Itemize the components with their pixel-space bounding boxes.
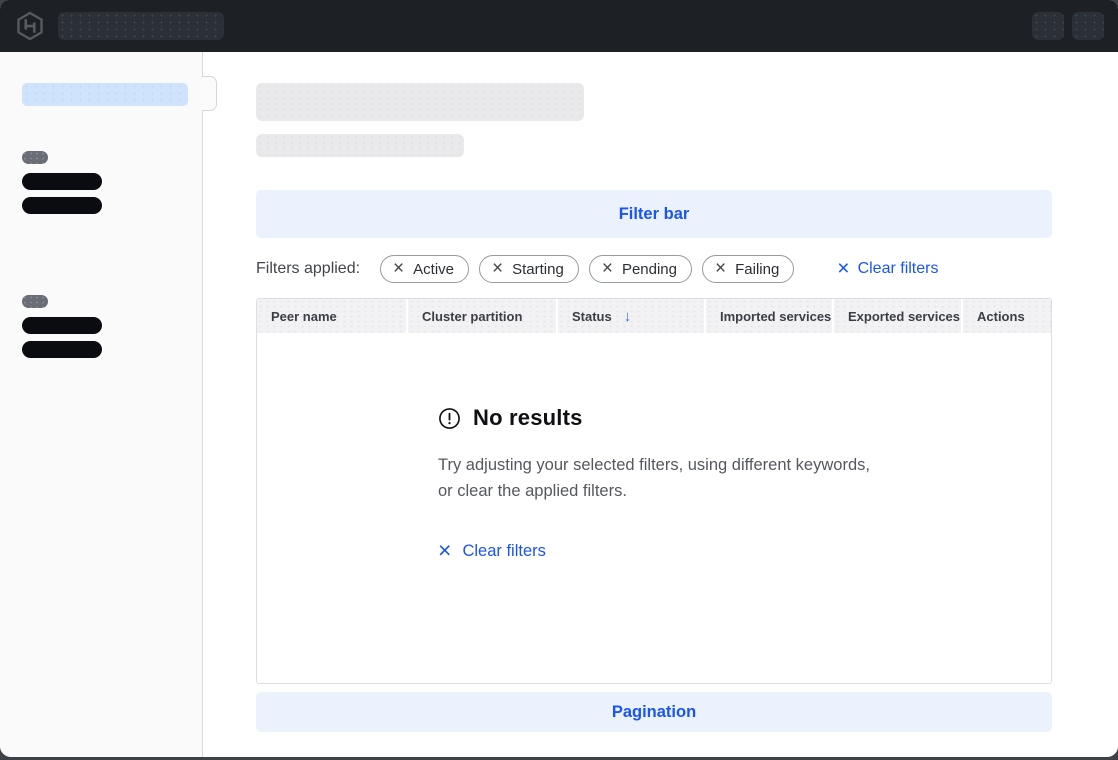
nav-action-skeleton[interactable] [1072,12,1104,40]
sidebar-item-skeleton[interactable] [22,173,102,190]
empty-state-description: Try adjusting your selected filters, usi… [438,452,870,504]
sidebar-section-label-skeleton [22,151,48,164]
filter-pill-label: Starting [512,261,564,278]
page-title-skeleton [256,83,584,121]
sidebar-collapse-handle[interactable] [202,76,217,111]
pagination-label: Pagination [612,703,696,722]
column-header-exported-services[interactable]: Exported services [834,299,963,333]
sidebar-section-label-skeleton [22,295,48,308]
applied-filters-row: Filters applied: × Active × Starting × P… [256,255,1052,283]
alert-circle-icon [438,407,461,430]
empty-state-clear-filters-link[interactable]: × Clear filters [438,540,546,563]
filters-applied-label: Filters applied: [256,260,360,278]
remove-filter-icon[interactable]: × [715,259,726,278]
content-row: Filter bar Filters applied: × Active × S… [0,52,1118,757]
table-header-row: Peer name Cluster partition Status ↓ Imp… [257,299,1051,333]
sidebar-item-skeleton[interactable] [22,317,102,334]
filter-pill-active[interactable]: × Active [380,255,469,283]
empty-state: No results Try adjusting your selected f… [438,333,870,564]
navbar-actions [1032,12,1104,40]
main-content: Filter bar Filters applied: × Active × S… [203,52,1118,757]
column-header-actions: Actions [963,299,1051,333]
hashicorp-logo-icon[interactable] [14,10,46,42]
column-header-imported-services[interactable]: Imported services [706,299,834,333]
table-body: No results Try adjusting your selected f… [257,333,1051,683]
clear-filters-label: Clear filters [858,260,939,278]
filter-pill-starting[interactable]: × Starting [479,255,579,283]
column-header-cluster-partition[interactable]: Cluster partition [408,299,558,333]
sidebar [0,52,203,757]
filter-pill-label: Pending [622,261,677,278]
page-subtitle-skeleton [256,134,464,157]
pagination-placeholder[interactable]: Pagination [256,692,1052,732]
top-navbar [0,0,1118,52]
filter-pill-label: Failing [735,261,779,278]
sidebar-item-skeleton[interactable] [22,341,102,358]
remove-filter-icon[interactable]: × [492,259,503,278]
filter-pill-pending[interactable]: × Pending [589,255,692,283]
clear-filters-x-icon: × [438,539,451,562]
sidebar-nav-group [22,295,187,358]
sidebar-nav-group [22,151,187,214]
clear-filters-x-icon: × [837,258,849,279]
clear-filters-label: Clear filters [462,542,545,561]
nav-search-skeleton[interactable] [58,12,224,40]
sidebar-active-item-skeleton[interactable] [22,83,188,106]
app-window: Filter bar Filters applied: × Active × S… [0,0,1118,757]
sidebar-item-skeleton[interactable] [22,197,102,214]
empty-state-title: No results [473,405,583,431]
filter-bar-placeholder[interactable]: Filter bar [256,190,1052,238]
remove-filter-icon[interactable]: × [602,259,613,278]
column-header-status[interactable]: Status ↓ [558,299,706,333]
peers-table: Peer name Cluster partition Status ↓ Imp… [256,298,1052,684]
filter-bar-label: Filter bar [619,205,690,224]
nav-action-skeleton[interactable] [1032,12,1064,40]
sort-descending-icon[interactable]: ↓ [624,308,632,325]
clear-filters-link[interactable]: × Clear filters [837,259,938,280]
column-header-peer-name[interactable]: Peer name [257,299,408,333]
filter-pill-failing[interactable]: × Failing [702,255,794,283]
empty-state-header: No results [438,405,870,431]
remove-filter-icon[interactable]: × [393,259,404,278]
filter-pill-label: Active [413,261,454,278]
